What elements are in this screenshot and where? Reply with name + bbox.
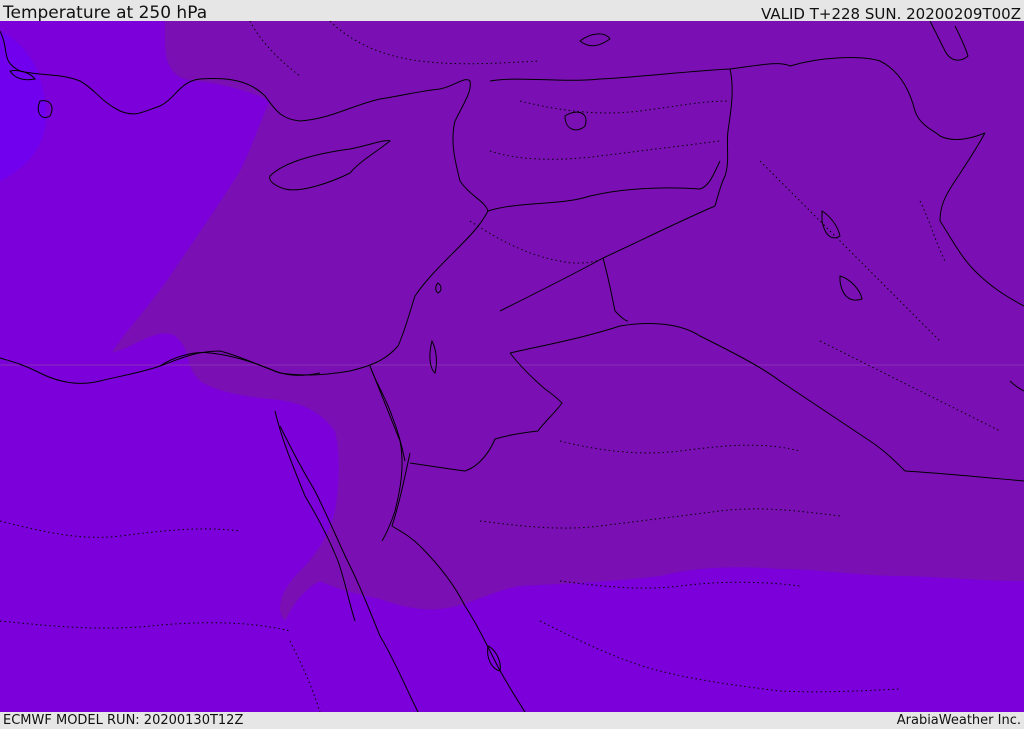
weather-map <box>0 21 1024 712</box>
map-title: Temperature at 250 hPa <box>3 3 208 23</box>
map-area <box>0 21 1024 712</box>
map-frame: Temperature at 250 hPa VALID T+228 SUN. … <box>0 0 1024 729</box>
model-run: ECMWF MODEL RUN: 20200130T12Z <box>3 713 244 728</box>
brand-credit: ArabiaWeather Inc. <box>896 713 1021 728</box>
footer-bar: ECMWF MODEL RUN: 20200130T12Z ArabiaWeat… <box>0 712 1024 729</box>
header-bar: Temperature at 250 hPa VALID T+228 SUN. … <box>0 0 1024 23</box>
